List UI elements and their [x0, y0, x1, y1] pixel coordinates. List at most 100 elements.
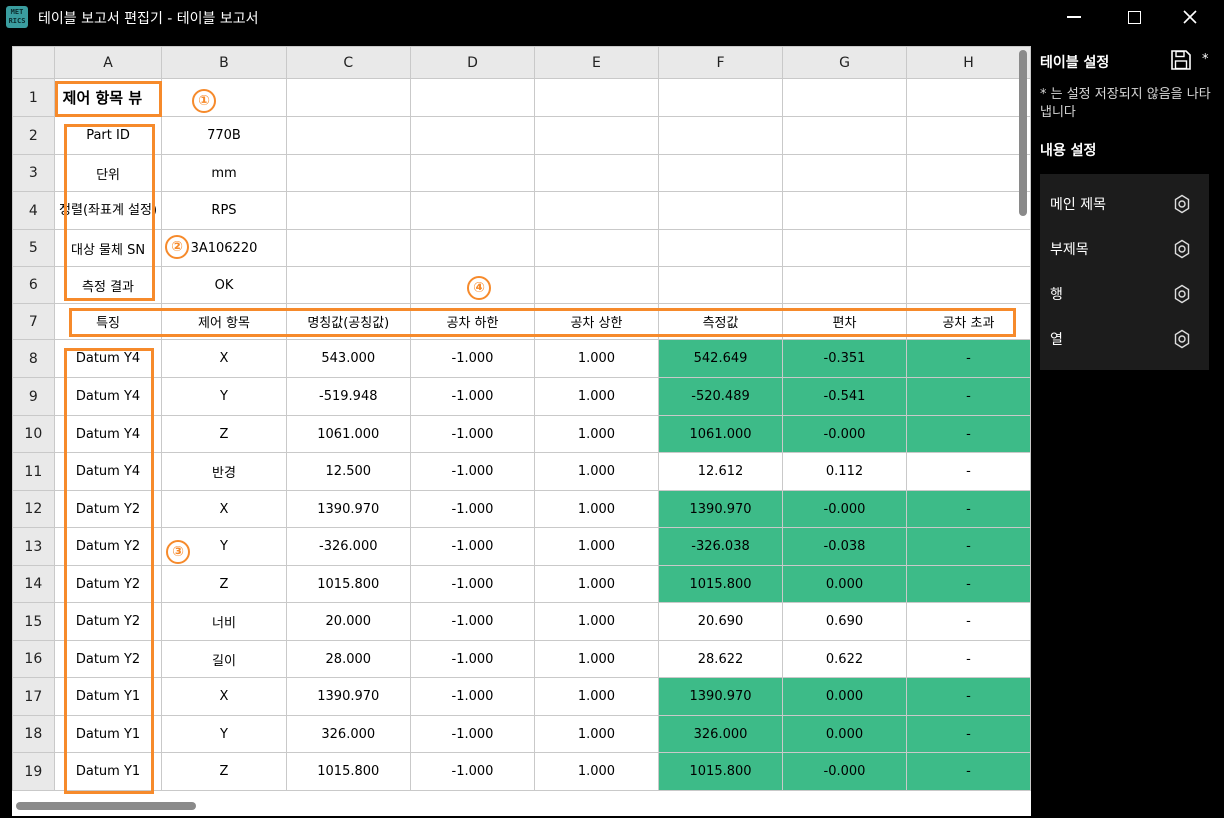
setting-item-main-title[interactable]: 메인 제목 [1040, 181, 1209, 226]
row-header[interactable]: 18 [12, 715, 55, 753]
grid-cell[interactable] [533, 191, 659, 230]
grid-cell[interactable]: Datum Y2 [53, 602, 163, 641]
grid-cell[interactable]: -519.948 [285, 377, 411, 416]
grid-cell[interactable]: -1.000 [409, 715, 535, 753]
grid-cell[interactable]: - [905, 602, 1031, 641]
row-header[interactable]: 12 [12, 490, 55, 528]
grid-cell[interactable]: X [161, 339, 287, 378]
column-header[interactable]: G [782, 46, 907, 79]
column-header[interactable]: B [161, 46, 287, 79]
row-header[interactable]: 6 [12, 266, 55, 304]
grid-cell[interactable]: 542.649 [657, 339, 784, 378]
grid-cell[interactable]: 1390.970 [657, 490, 784, 528]
column-header[interactable]: D [409, 46, 535, 79]
grid-cell[interactable]: -1.000 [409, 565, 535, 603]
gear-icon[interactable] [1172, 239, 1192, 259]
grid-cell[interactable] [657, 191, 784, 230]
grid-cell[interactable]: 1.000 [533, 715, 659, 753]
grid-cell[interactable]: 특징 [53, 303, 163, 340]
grid-cell[interactable]: -0.038 [782, 527, 907, 566]
row-header[interactable]: 3 [12, 154, 55, 192]
row-header[interactable]: 5 [12, 229, 55, 267]
grid-cell[interactable]: 정렬(좌표계 설정) [53, 191, 163, 230]
row-header[interactable]: 17 [12, 677, 55, 716]
row-header[interactable]: 7 [12, 303, 55, 340]
grid-cell[interactable]: -0.000 [782, 752, 907, 791]
grid-cell[interactable] [285, 191, 411, 230]
grid-cell[interactable] [285, 116, 411, 155]
save-icon[interactable] [1170, 49, 1192, 71]
grid-cell[interactable] [657, 229, 784, 267]
gear-icon[interactable] [1172, 194, 1192, 214]
grid-cell[interactable]: 326.000 [285, 715, 411, 753]
gear-icon[interactable] [1172, 329, 1192, 349]
grid-cell[interactable]: -1.000 [409, 527, 535, 566]
grid-cell[interactable]: 공차 초과 [905, 303, 1031, 340]
grid-cell[interactable]: - [905, 715, 1031, 753]
grid-cell[interactable]: Y [161, 715, 287, 753]
grid-cell[interactable]: -1.000 [409, 490, 535, 528]
grid-cell[interactable] [285, 229, 411, 267]
grid-cell[interactable] [533, 116, 659, 155]
grid-cell[interactable]: 0.000 [782, 715, 907, 753]
grid-cell[interactable]: -1.000 [409, 602, 535, 641]
grid-cell[interactable]: 1015.800 [285, 565, 411, 603]
grid-cell[interactable] [905, 154, 1031, 192]
row-header[interactable]: 2 [12, 116, 55, 155]
grid-cell[interactable]: 543.000 [285, 339, 411, 378]
grid-cell[interactable]: Z [161, 565, 287, 603]
spreadsheet[interactable]: A B C D E F G H 1 제어 항목 뷰 2 Part ID 770B 3 단위 mm 4 정렬(좌표계… [12, 46, 1031, 816]
grid-cell[interactable]: 0.000 [782, 677, 907, 716]
grid-cell[interactable]: X [161, 677, 287, 716]
grid-cell[interactable] [657, 266, 784, 304]
grid-cell[interactable]: Datum Y1 [53, 677, 163, 716]
grid-cell[interactable]: 1.000 [533, 602, 659, 641]
grid-cell[interactable] [782, 116, 907, 155]
grid-cell[interactable]: 20.690 [657, 602, 784, 641]
grid-cell[interactable]: 1015.800 [657, 565, 784, 603]
grid-cell[interactable] [533, 154, 659, 192]
grid-cell[interactable]: 1.000 [533, 339, 659, 378]
grid-cell[interactable]: 0.112 [782, 452, 907, 491]
grid-cell[interactable]: 반경 [161, 452, 287, 491]
report-grid[interactable]: A B C D E F G H 1 제어 항목 뷰 2 Part ID 770B 3 단위 mm 4 정렬(좌표계… [12, 46, 1031, 791]
grid-cell[interactable]: -520.489 [657, 377, 784, 416]
grid-cell[interactable]: - [905, 677, 1031, 716]
grid-cell[interactable]: -1.000 [409, 452, 535, 491]
grid-cell[interactable]: 0.622 [782, 640, 907, 678]
grid-cell[interactable]: 너비 [161, 602, 287, 641]
grid-cell[interactable] [657, 78, 784, 117]
minimize-button[interactable] [1052, 0, 1096, 34]
grid-cell[interactable]: 20.000 [285, 602, 411, 641]
grid-cell[interactable] [657, 154, 784, 192]
grid-cell[interactable]: X [161, 490, 287, 528]
grid-cell[interactable] [905, 78, 1031, 117]
row-header[interactable]: 10 [12, 415, 55, 453]
row-header[interactable]: 19 [12, 752, 55, 791]
grid-cell[interactable] [285, 154, 411, 192]
grid-cell[interactable]: - [905, 527, 1031, 566]
grid-cell[interactable]: 1390.970 [285, 490, 411, 528]
grid-cell[interactable]: 12.500 [285, 452, 411, 491]
grid-cell[interactable]: 측정값 [657, 303, 784, 340]
grid-cell[interactable]: - [905, 377, 1031, 416]
row-header[interactable]: 8 [12, 339, 55, 378]
grid-cell[interactable]: -326.038 [657, 527, 784, 566]
grid-cell[interactable]: -0.000 [782, 490, 907, 528]
grid-cell[interactable]: - [905, 452, 1031, 491]
grid-cell[interactable]: Datum Y2 [53, 565, 163, 603]
grid-cell[interactable]: Y [161, 377, 287, 416]
grid-cell[interactable]: -1.000 [409, 752, 535, 791]
grid-cell[interactable]: Datum Y1 [53, 752, 163, 791]
row-header[interactable]: 11 [12, 452, 55, 491]
grid-cell[interactable]: 1.000 [533, 677, 659, 716]
grid-cell[interactable]: 0.690 [782, 602, 907, 641]
grid-cell[interactable]: 측정 결과 [53, 266, 163, 304]
setting-item-subtitle[interactable]: 부제목 [1040, 226, 1209, 271]
grid-cell[interactable]: 단위 [53, 154, 163, 192]
grid-cell[interactable]: mm [161, 154, 287, 192]
grid-cell[interactable] [409, 191, 535, 230]
grid-corner[interactable] [12, 46, 55, 79]
grid-cell[interactable]: - [905, 565, 1031, 603]
grid-cell[interactable]: 편차 [782, 303, 907, 340]
